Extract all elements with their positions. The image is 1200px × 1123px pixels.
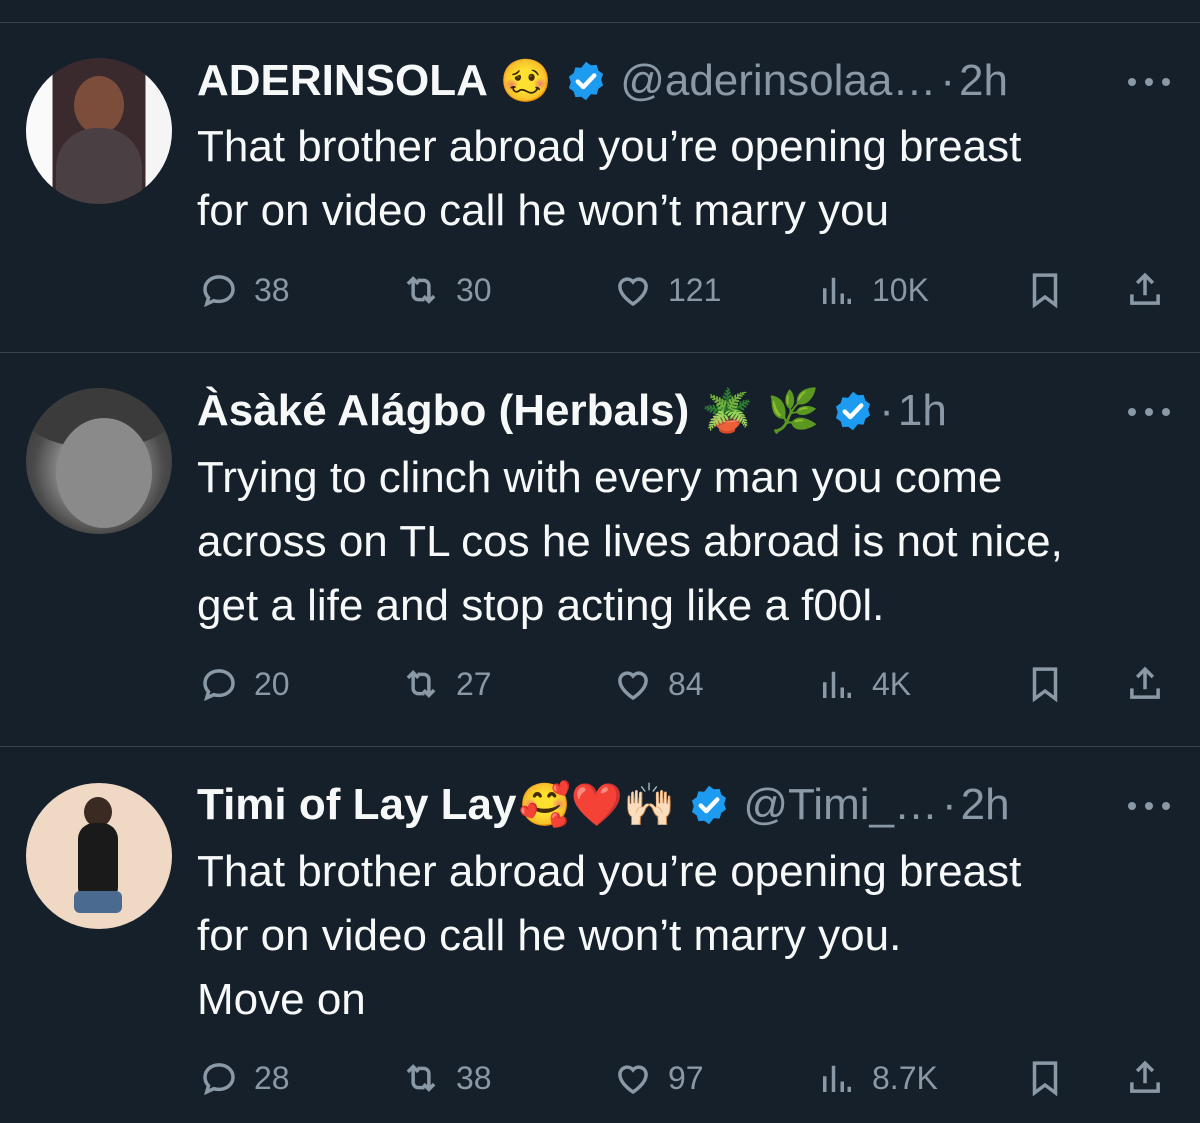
reply-button[interactable]: 28 — [198, 1056, 290, 1100]
reply-icon — [203, 1063, 235, 1096]
bookmark-icon — [1032, 1061, 1058, 1097]
share-button[interactable] — [1124, 1056, 1166, 1100]
avatar[interactable] — [26, 783, 172, 929]
heart-icon — [618, 1065, 648, 1095]
reply-count: 28 — [254, 1059, 290, 1096]
bookmark-button[interactable] — [1024, 1056, 1066, 1100]
more-icon[interactable] — [1128, 800, 1170, 812]
tweet[interactable]: Timi of Lay Lay 🥰❤️🙌🏻 @Timi_… · 2h That … — [0, 0, 1200, 1123]
views-count: 8.7K — [872, 1059, 938, 1096]
tweet-feed: ADERINSOLA 🥴 @aderinsolaa… · 2h That bro… — [0, 0, 1200, 1123]
retweet-icon — [406, 1064, 436, 1092]
like-button[interactable]: 97 — [612, 1056, 704, 1100]
like-count: 97 — [668, 1059, 704, 1096]
display-name[interactable]: Timi of Lay Lay — [197, 780, 517, 830]
share-icon — [1130, 1060, 1160, 1093]
tweet-text-line: for on video call he won’t marry you. — [197, 911, 902, 960]
tweet-header: Timi of Lay Lay 🥰❤️🙌🏻 @Timi_… · 2h — [197, 780, 1010, 830]
tweet-text-line: Move on — [197, 975, 366, 1024]
tweet-text-line: That brother abroad you’re opening breas… — [197, 847, 1022, 896]
timestamp[interactable]: 2h — [961, 780, 1010, 830]
retweet-button[interactable]: 38 — [400, 1056, 492, 1100]
name-emoji: 🥰❤️🙌🏻 — [518, 780, 676, 829]
action-bar: 28 38 97 8.7K — [0, 1056, 1200, 1100]
retweet-count: 38 — [456, 1059, 492, 1096]
tweet-text: That brother abroad you’re opening breas… — [197, 840, 1177, 1032]
views-icon — [823, 1065, 851, 1092]
views-button[interactable]: 8.7K — [816, 1056, 938, 1100]
separator-dot: · — [941, 780, 957, 829]
verified-badge-icon[interactable] — [687, 783, 731, 827]
user-handle[interactable]: @Timi_… — [743, 780, 938, 830]
